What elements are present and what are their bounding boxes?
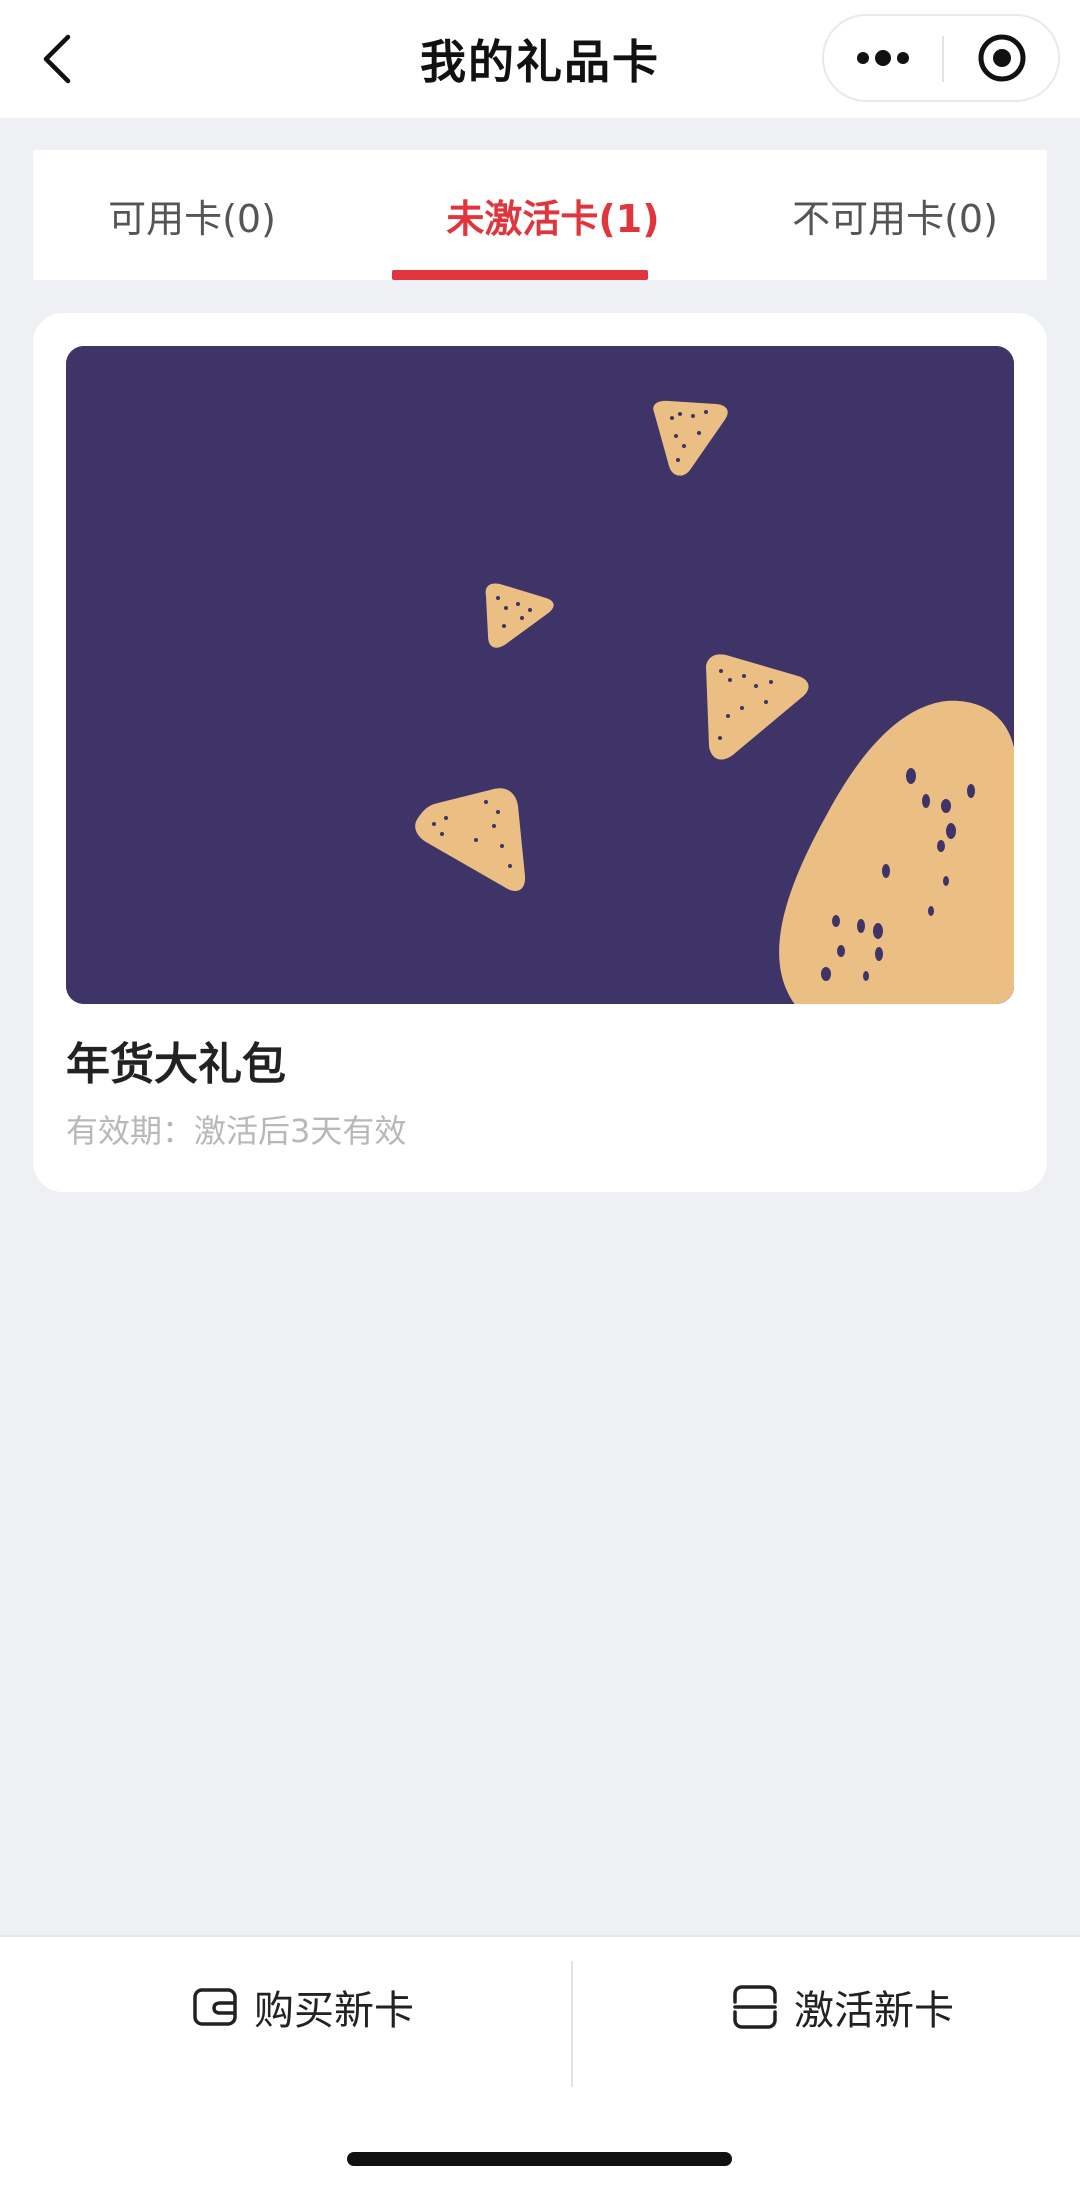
gift-card-name: 年货大礼包 xyxy=(66,1039,286,1090)
zongzi-illustration xyxy=(66,346,1014,1004)
back-button[interactable] xyxy=(36,26,80,92)
home-indicator xyxy=(347,2152,732,2166)
tab-unavailable[interactable]: 不可用卡(0) xyxy=(743,150,1047,280)
page-title: 我的礼品卡 xyxy=(420,35,660,89)
tab-inactive[interactable]: 未激活卡(1) xyxy=(385,150,721,280)
gift-card-item[interactable]: 年货大礼包 有效期：激活后3天有效 xyxy=(33,313,1047,1192)
activate-new-card-button[interactable]: 激活新卡 xyxy=(573,1937,1080,2077)
page: 我的礼品卡 可用卡(0) 未激活卡(1) 不可用卡(0) 年货大礼包 有效期：激… xyxy=(0,0,1080,2190)
gift-card-validity: 有效期：激活后3天有效 xyxy=(66,1112,407,1150)
gift-card-image[interactable] xyxy=(66,346,1014,1004)
more-dots-icon xyxy=(857,50,909,66)
mini-program-capsule xyxy=(822,14,1060,102)
activate-new-card-label: 激活新卡 xyxy=(794,1988,954,2034)
card-scan-icon xyxy=(732,1984,778,2030)
more-button[interactable] xyxy=(824,16,942,100)
buy-new-card-button[interactable]: 购买新卡 xyxy=(33,1937,573,2077)
buy-new-card-label: 购买新卡 xyxy=(254,1988,414,2034)
close-mini-program-button[interactable] xyxy=(944,16,1060,100)
target-circle-icon xyxy=(978,34,1026,82)
card-status-tabs: 可用卡(0) 未激活卡(1) 不可用卡(0) xyxy=(33,150,1047,280)
wallet-icon xyxy=(192,1987,238,2027)
active-tab-indicator xyxy=(392,270,648,280)
chevron-left-icon xyxy=(43,34,71,84)
navigation-bar: 我的礼品卡 xyxy=(0,0,1080,118)
tab-available[interactable]: 可用卡(0) xyxy=(33,150,351,280)
